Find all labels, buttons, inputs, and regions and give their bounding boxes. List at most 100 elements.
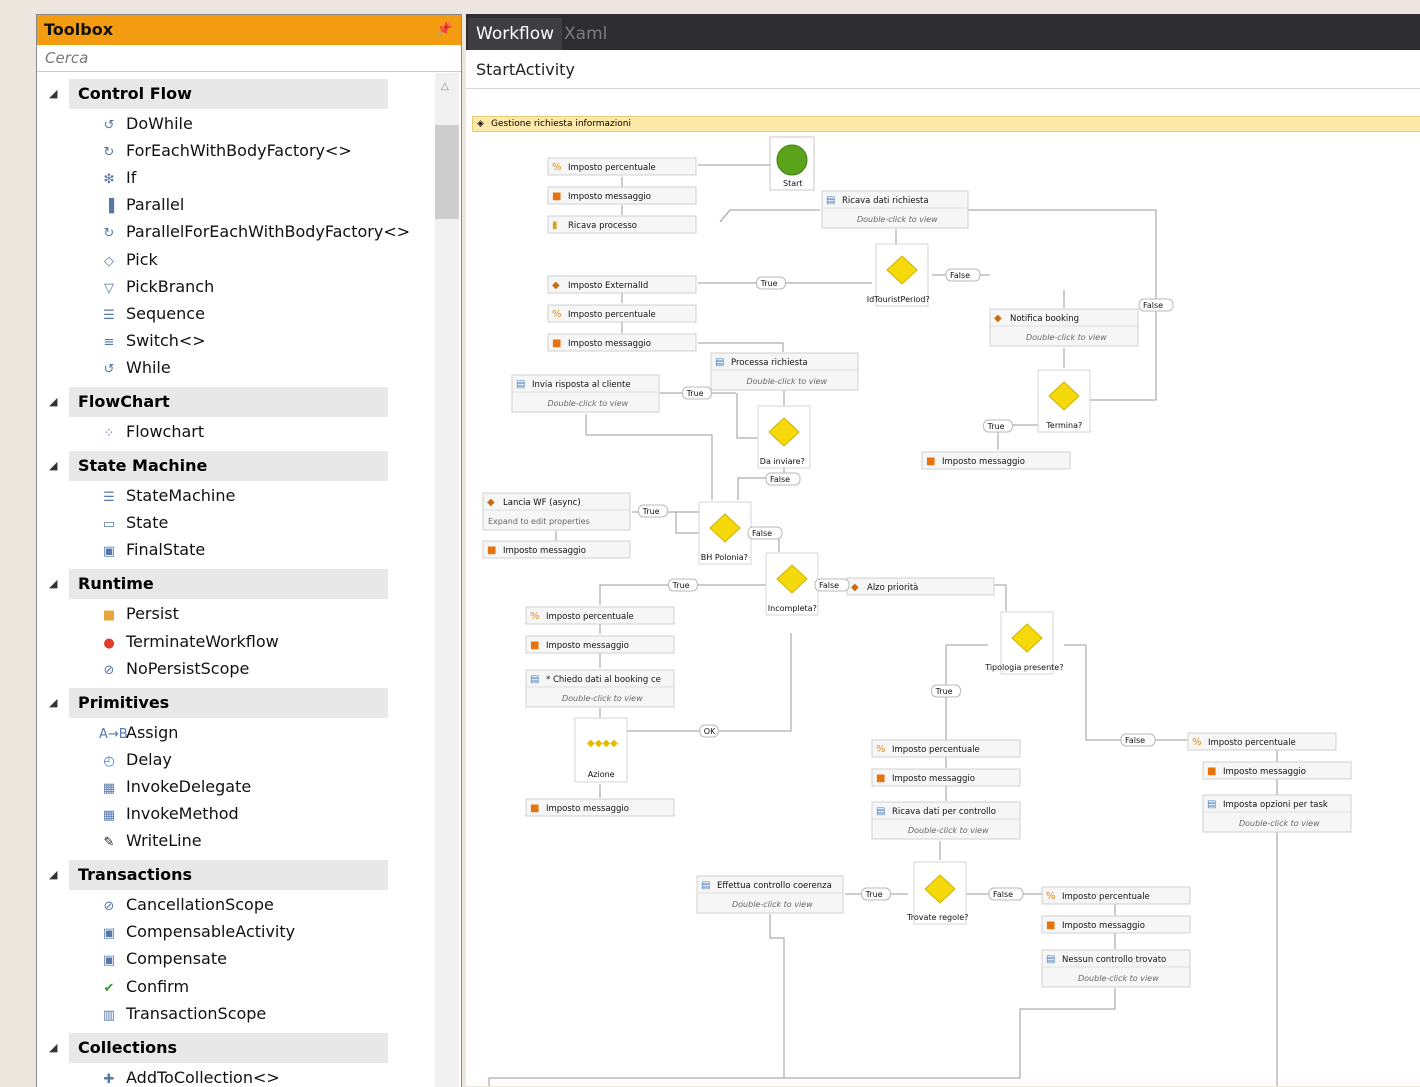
activity-message[interactable]: ■ Imposto messaggio xyxy=(547,333,697,352)
assign-orange-icon: ◆ xyxy=(552,280,560,291)
activity-label: Imposto messaggio xyxy=(503,546,586,556)
decision-node[interactable]: BH Polonia? xyxy=(698,501,752,565)
activity-label: Imposto messaggio xyxy=(546,804,629,814)
activity-label: Invia risposta al cliente xyxy=(532,380,631,390)
activity-sequence[interactable]: ▤ Imposta opzioni per task Double-click to… xyxy=(1202,794,1352,833)
connector-line[interactable] xyxy=(736,393,760,439)
activity-message[interactable]: ■ Imposto messaggio xyxy=(547,186,697,205)
activity-label: * Chiedo dati al booking ce xyxy=(546,675,661,685)
activity-label: Notifica booking xyxy=(1010,314,1079,324)
connector-line[interactable] xyxy=(1019,988,1116,1078)
activity-label: Imposto messaggio xyxy=(568,339,651,349)
message-icon: ■ xyxy=(552,338,561,349)
activity-label: Imposto ExternalId xyxy=(568,281,648,291)
activity-message[interactable]: ■ Imposto messaggio xyxy=(482,540,631,559)
decision-node[interactable]: IdTouristPeriod? xyxy=(867,243,930,307)
activity-sequence[interactable]: ▤ Processa richiesta Double-click to view xyxy=(710,352,859,391)
activity-assign-orange[interactable]: ◆ Lancia WF (async) Expand to edit propert… xyxy=(482,492,631,531)
activity-sequence[interactable]: ▤ Ricava dati per controllo Double-click t… xyxy=(871,801,1021,840)
edge-label[interactable]: True xyxy=(861,887,891,901)
expand-hint: Double-click to view xyxy=(732,900,813,909)
edge-label[interactable]: False xyxy=(988,887,1024,901)
activity-percent[interactable]: % Imposto percentuale xyxy=(1187,732,1337,751)
decision-node[interactable]: Termina? xyxy=(1037,369,1091,433)
edge-label[interactable]: False xyxy=(1138,298,1174,312)
connector-line[interactable] xyxy=(488,1077,1020,1086)
activity-label: Imposto messaggio xyxy=(1062,921,1145,931)
edge-label[interactable]: False xyxy=(814,578,850,592)
activity-message[interactable]: ■ Imposto messaggio xyxy=(525,798,675,817)
connector-line[interactable] xyxy=(675,512,700,534)
decision-label: BH Polonia? xyxy=(701,553,748,562)
activity-message[interactable]: ■ Imposto messaggio xyxy=(871,768,1021,787)
connector-line[interactable] xyxy=(719,209,820,223)
activity-assign-orange[interactable]: ◆ Notifica booking Double-click to view xyxy=(989,308,1139,347)
connector-line[interactable] xyxy=(1064,644,1188,741)
activity-sequence[interactable]: ▤ Ricava dati richiesta Double-click to vi… xyxy=(821,190,969,229)
edge-label-text: False xyxy=(1143,301,1163,310)
decision-label: Tipologia presente? xyxy=(984,663,1063,672)
decision-node[interactable]: Tipologia presente? xyxy=(984,611,1063,675)
decision-node[interactable]: Incompleta? xyxy=(765,552,819,616)
decision-label: Da inviare? xyxy=(760,457,805,466)
activity-sequence[interactable]: ▤ * Chiedo dati al booking ce Double-click… xyxy=(525,669,675,708)
percent-icon: % xyxy=(552,309,562,320)
decision-label: Azione xyxy=(588,770,615,779)
activity-sequence[interactable]: ▤ Nessun controllo trovato Double-click to… xyxy=(1041,949,1191,988)
edge-label[interactable]: True xyxy=(983,419,1013,433)
activity-percent[interactable]: % Imposto percentuale xyxy=(547,157,697,176)
activity-sequence[interactable]: ▤ Invia risposta al cliente Double-click t… xyxy=(511,374,660,413)
flowchart-canvas[interactable]: Start% Imposto percentuale ■ Imposto messag… xyxy=(0,0,1420,1086)
activity-message[interactable]: ■ Imposto messaggio xyxy=(1202,761,1352,780)
sequence-icon: ▤ xyxy=(516,379,525,390)
activity-assign-orange[interactable]: ◆ Imposto ExternalId xyxy=(547,275,697,294)
edge-label[interactable]: OK xyxy=(699,724,719,738)
edge-label-text: True xyxy=(642,507,660,516)
activity-percent[interactable]: % Imposto percentuale xyxy=(1041,886,1191,905)
connector-line[interactable] xyxy=(994,584,1007,611)
connector-line[interactable] xyxy=(698,342,784,352)
activity-label: Imposto percentuale xyxy=(568,310,656,320)
activity-message[interactable]: ■ Imposto messaggio xyxy=(1041,915,1191,934)
message-icon: ■ xyxy=(1207,766,1216,777)
edge-label[interactable]: True xyxy=(638,504,668,518)
decision-node[interactable]: Da inviare? xyxy=(757,405,811,469)
edge-label[interactable]: True xyxy=(756,276,786,290)
activity-label: Imposto percentuale xyxy=(1208,738,1296,748)
edge-label-text: True xyxy=(672,581,690,590)
edge-label-text: False xyxy=(819,581,839,590)
expand-hint: Double-click to view xyxy=(908,826,989,835)
decision-label: Incompleta? xyxy=(768,604,817,613)
activity-percent[interactable]: % Imposto percentuale xyxy=(525,606,675,625)
edge-label[interactable]: False xyxy=(765,472,801,486)
activity-label: Imposto percentuale xyxy=(1062,892,1150,902)
activity-sequence[interactable]: ▤ Effettua controllo coerenza Double-click… xyxy=(696,875,844,914)
activity-process[interactable]: ▮ Ricava processo xyxy=(547,215,697,234)
edge-label[interactable]: False xyxy=(945,268,981,282)
activity-label: Processa richiesta xyxy=(731,358,808,368)
edge-label[interactable]: False xyxy=(1120,733,1156,747)
activity-percent[interactable]: % Imposto percentuale xyxy=(871,739,1021,758)
decision-node[interactable]: Trovate regole? xyxy=(906,861,968,925)
assign-orange-icon: ◆ xyxy=(994,313,1002,324)
activity-percent[interactable]: % Imposto percentuale xyxy=(547,304,697,323)
activity-label: Effettua controllo coerenza xyxy=(717,881,832,891)
expand-hint: Double-click to view xyxy=(857,215,938,224)
activity-message[interactable]: ■ Imposto messaggio xyxy=(921,451,1071,470)
activity-label: Imposto messaggio xyxy=(942,457,1025,467)
edge-label-text: True xyxy=(865,890,883,899)
percent-icon: % xyxy=(1192,737,1202,748)
edge-label[interactable]: True xyxy=(682,386,712,400)
activity-message[interactable]: ■ Imposto messaggio xyxy=(525,635,675,654)
activity-assign-orange[interactable]: ◆ Alzo priorità xyxy=(846,577,995,596)
edge-label[interactable]: False xyxy=(747,526,783,540)
edge-label[interactable]: True xyxy=(931,684,961,698)
message-icon: ■ xyxy=(530,803,539,814)
decision-node[interactable]: ◆◆◆◆ Azione xyxy=(574,717,628,783)
expand-hint: Double-click to view xyxy=(562,694,643,703)
edge-label[interactable]: True xyxy=(668,578,698,592)
edge-label-text: True xyxy=(987,422,1005,431)
connector-line[interactable] xyxy=(769,914,785,1078)
connector-line[interactable] xyxy=(585,414,713,500)
edge-label-text: True xyxy=(686,389,704,398)
